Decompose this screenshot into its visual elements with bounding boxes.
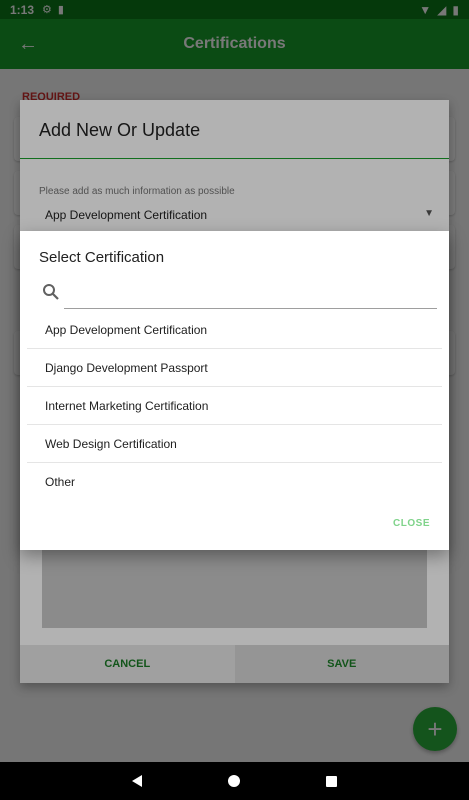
nav-home-icon[interactable] [228,775,240,787]
list-item[interactable]: Other [27,463,442,501]
certification-list: App Development Certification Django Dev… [27,311,442,501]
select-certification-dialog: Select Certification App Development Cer… [20,231,449,550]
nav-recents-icon[interactable] [326,775,337,787]
select-dialog-title: Select Certification [39,249,165,266]
close-button[interactable]: CLOSE [393,518,430,529]
search-input[interactable] [64,279,437,309]
list-item[interactable]: Web Design Certification [27,425,442,463]
nav-back-icon[interactable] [132,775,142,787]
list-item[interactable]: App Development Certification [27,311,442,349]
list-item[interactable]: Internet Marketing Certification [27,387,442,425]
list-item[interactable]: Django Development Passport [27,349,442,387]
navigation-bar [0,762,469,800]
search-icon [42,283,60,301]
